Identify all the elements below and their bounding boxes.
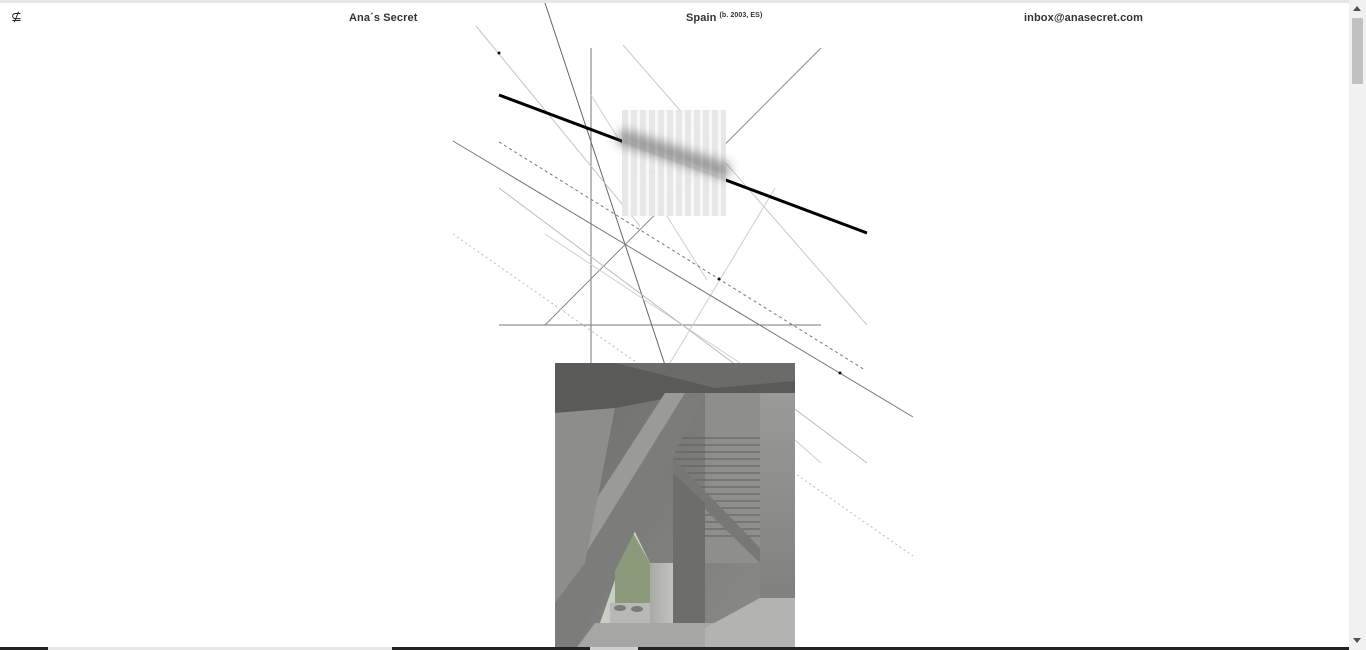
photo-image: [555, 363, 795, 650]
blurred-overlay: [616, 110, 732, 216]
architecture-photo[interactable]: [555, 363, 795, 650]
email-link[interactable]: inbox@anasecret.com: [1024, 12, 1143, 24]
scroll-up-icon[interactable]: [1353, 6, 1361, 11]
country-note: (b. 2003, ES): [719, 12, 763, 19]
scroll-down-icon[interactable]: [1353, 638, 1361, 643]
page: ⊈ Ana´s Secret Spain (b. 2003, ES) inbox@…: [0, 0, 1366, 650]
country-text: Spain: [686, 12, 717, 24]
site-header: ⊈ Ana´s Secret Spain (b. 2003, ES) inbox@…: [0, 6, 1349, 34]
country-label: Spain (b. 2003, ES): [686, 12, 762, 24]
scroll-thumb[interactable]: [1352, 18, 1363, 84]
vertical-scrollbar[interactable]: [1349, 0, 1366, 650]
logo-icon[interactable]: ⊈: [11, 10, 22, 25]
blurred-line-smear: [616, 128, 732, 180]
site-name-link[interactable]: Ana´s Secret: [349, 12, 417, 24]
